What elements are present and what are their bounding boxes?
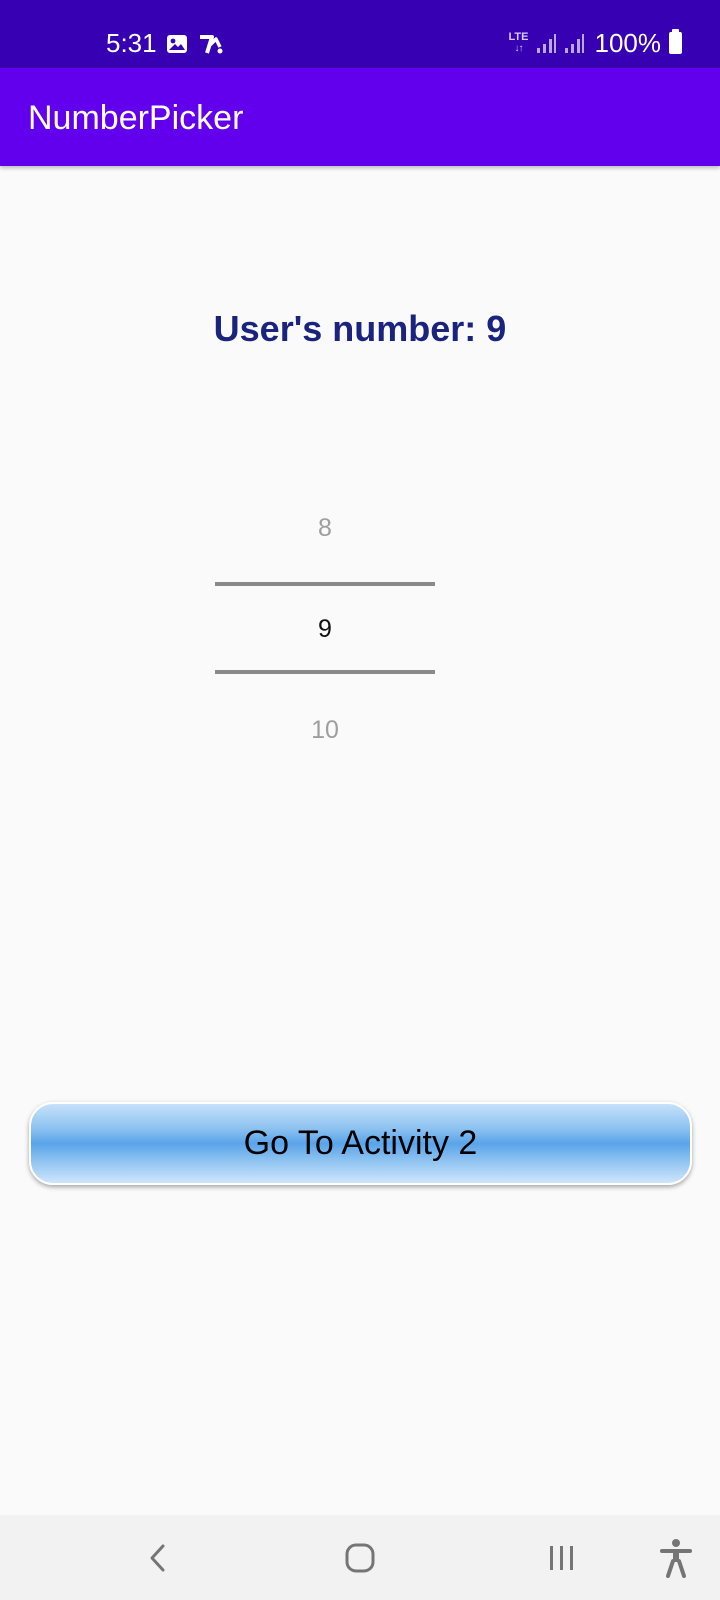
picker-divider-top <box>215 582 435 586</box>
image-icon <box>167 35 187 53</box>
battery-percent: 100% <box>594 28 662 58</box>
number-picker[interactable]: 8 9 10 <box>215 490 435 750</box>
battery-icon <box>669 29 682 54</box>
signal-icon <box>564 34 584 53</box>
back-icon <box>150 1544 165 1572</box>
back-button[interactable] <box>136 1536 180 1580</box>
navigation-bar <box>0 1515 720 1600</box>
status-notification-icons <box>166 30 224 58</box>
picker-previous-value[interactable]: 8 <box>215 512 435 544</box>
home-icon <box>345 1543 375 1573</box>
app-notification-icon <box>200 35 223 54</box>
picker-divider-bottom <box>215 670 435 674</box>
users-number-label: User's number: 9 <box>213 308 507 349</box>
recents-button[interactable] <box>540 1536 584 1580</box>
signal-icon <box>536 34 556 53</box>
home-button[interactable] <box>338 1536 382 1580</box>
accessibility-icon <box>660 1539 692 1578</box>
accessibility-button[interactable] <box>654 1536 698 1580</box>
app-bar: NumberPicker <box>0 68 720 166</box>
status-time: 5:31 <box>106 28 157 58</box>
picker-selected-value[interactable]: 9 <box>215 613 435 645</box>
picker-next-value[interactable]: 10 <box>215 714 435 746</box>
status-system-icons: LTE ↓↑ 100% <box>509 26 682 60</box>
recents-icon <box>550 1546 573 1570</box>
app-title: NumberPicker <box>28 99 244 137</box>
network-type: LTE <box>508 31 529 43</box>
status-bar: 5:31 LTE ↓↑ 100% <box>0 0 720 68</box>
lte-icon: LTE ↓↑ <box>508 31 529 55</box>
go-to-activity-2-button[interactable]: Go To Activity 2 <box>29 1102 692 1185</box>
